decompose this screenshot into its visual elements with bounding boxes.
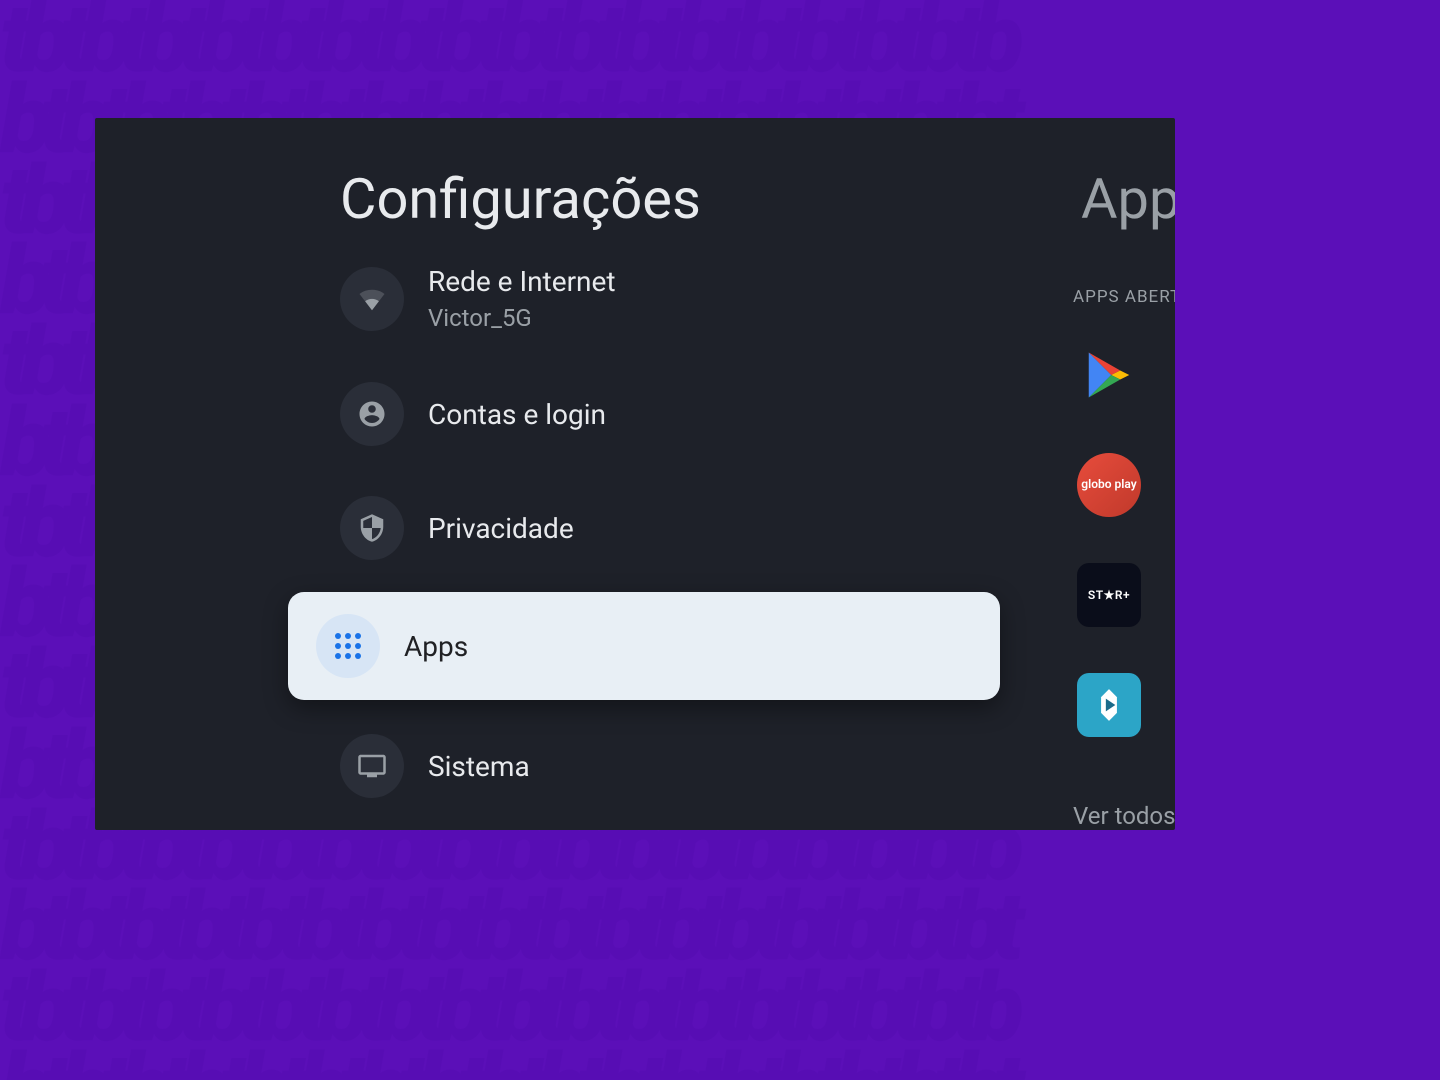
wifi-icon: [340, 267, 404, 331]
menu-label: Apps: [404, 630, 468, 663]
shield-icon: [340, 496, 404, 560]
menu-label: Rede e Internet: [428, 265, 616, 298]
menu-label: Privacidade: [428, 512, 574, 545]
app-globoplay[interactable]: globo play: [1077, 453, 1141, 517]
menu-item-network[interactable]: Rede e Internet Victor_5G: [340, 253, 980, 344]
right-panel-subtitle: APPS ABERTOS RECENTEMENTE: [1073, 287, 1175, 307]
android-tv-screen: Configurações Rede e Internet Victor_5G …: [95, 118, 1175, 830]
menu-item-system[interactable]: Sistema: [340, 722, 980, 810]
right-panel-apps: Apps APPS ABERTOS RECENTEMENTE globo pla…: [1055, 118, 1175, 830]
right-panel-title: Apps: [1081, 166, 1175, 232]
menu-item-apps[interactable]: Apps: [288, 592, 1000, 700]
app-kodi[interactable]: [1077, 673, 1141, 737]
account-icon: [340, 382, 404, 446]
menu-item-privacy[interactable]: Privacidade: [340, 484, 980, 572]
page-title: Configurações: [340, 166, 701, 232]
tv-icon: [340, 734, 404, 798]
right-panel-footer[interactable]: Ver todos os apps: [1073, 802, 1175, 830]
menu-item-accounts[interactable]: Contas e login: [340, 370, 980, 458]
menu-label: Sistema: [428, 750, 530, 783]
settings-menu: Rede e Internet Victor_5G Contas e login…: [340, 253, 980, 830]
app-play-store[interactable]: [1077, 343, 1141, 407]
app-starplus[interactable]: ST★R+: [1077, 563, 1141, 627]
menu-label: Contas e login: [428, 398, 606, 431]
menu-sublabel: Victor_5G: [428, 304, 616, 332]
apps-icon: [316, 614, 380, 678]
